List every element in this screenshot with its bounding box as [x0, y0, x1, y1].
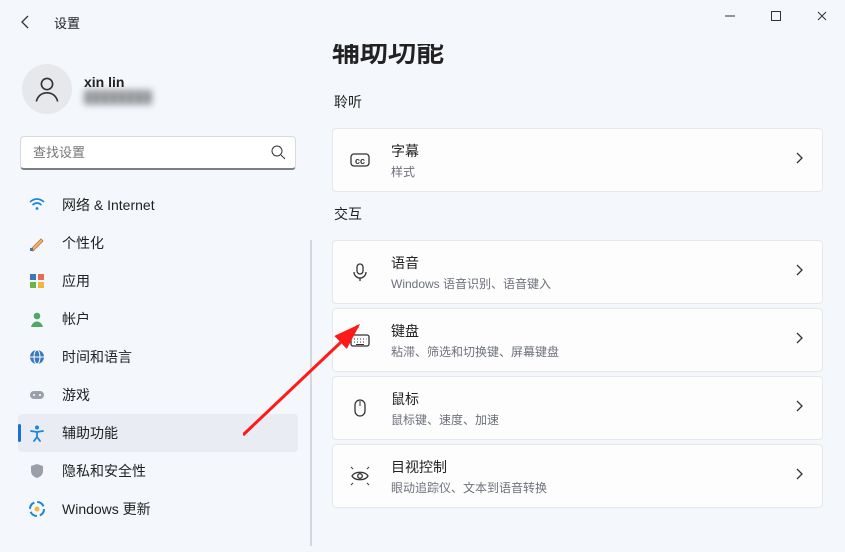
minimize-button[interactable]: [707, 0, 753, 32]
card-title: 键盘: [391, 321, 792, 341]
nav-list: 网络 & Internet 个性化 应用: [18, 186, 298, 528]
card-keyboard[interactable]: 键盘 粘滞、筛选和切换键、屏幕键盘: [332, 308, 823, 372]
nav-network[interactable]: 网络 & Internet: [18, 186, 298, 224]
back-button[interactable]: [6, 2, 46, 42]
card-sub: 眼动追踪仪、文本到语音转换: [391, 479, 792, 496]
svg-text:cc: cc: [355, 156, 365, 166]
maximize-button[interactable]: [753, 0, 799, 32]
keyboard-icon: [349, 329, 371, 351]
card-eye-control[interactable]: 目视控制 眼动追踪仪、文本到语音转换: [332, 444, 823, 508]
window-title: 设置: [54, 13, 80, 32]
nav-label: 时间和语言: [62, 347, 132, 367]
globe-icon: [28, 348, 46, 366]
search-box[interactable]: [20, 136, 296, 170]
nav-accounts[interactable]: 帐户: [18, 300, 298, 338]
nav-update[interactable]: Windows 更新: [18, 490, 298, 528]
nav-privacy[interactable]: 隐私和安全性: [18, 452, 298, 490]
window-controls: [707, 0, 845, 32]
nav-label: 网络 & Internet: [62, 195, 155, 215]
page-title: 辅助功能: [332, 44, 823, 70]
settings-window: 设置 xin lin ████████: [0, 0, 845, 552]
nav-personalization[interactable]: 个性化: [18, 224, 298, 262]
avatar: [22, 64, 72, 114]
nav-label: Windows 更新: [62, 499, 151, 519]
chevron-right-icon: [792, 467, 806, 486]
search-input[interactable]: [20, 136, 296, 170]
captions-icon: cc: [349, 149, 371, 171]
card-sub: Windows 语音识别、语音键入: [391, 275, 792, 292]
card-captions[interactable]: cc 字幕 样式: [332, 128, 823, 192]
microphone-icon: [349, 261, 371, 283]
card-title: 字幕: [391, 141, 792, 161]
section-hearing: 聆听: [334, 92, 821, 112]
person-icon: [28, 310, 46, 328]
scroll-indicator[interactable]: [310, 240, 312, 546]
card-title: 鼠标: [391, 389, 792, 409]
chevron-right-icon: [792, 399, 806, 418]
sidebar: xin lin ████████ 网络 & Internet: [0, 44, 312, 552]
nav-label: 隐私和安全性: [62, 461, 146, 481]
chevron-right-icon: [792, 331, 806, 350]
card-sub: 样式: [391, 163, 792, 180]
apps-icon: [28, 272, 46, 290]
card-mouse[interactable]: 鼠标 鼠标键、速度、加速: [332, 376, 823, 440]
accessibility-icon: [28, 424, 46, 442]
user-sub: ████████: [84, 90, 152, 104]
card-speech[interactable]: 语音 Windows 语音识别、语音键入: [332, 240, 823, 304]
windows-update-icon: [28, 500, 46, 518]
card-sub: 粘滞、筛选和切换键、屏幕键盘: [391, 343, 792, 360]
nav-gaming[interactable]: 游戏: [18, 376, 298, 414]
user-block[interactable]: xin lin ████████: [18, 44, 298, 136]
main: 辅助功能 聆听 cc 字幕 样式 交互: [312, 44, 845, 552]
section-interaction: 交互: [334, 204, 821, 224]
card-title: 目视控制: [391, 457, 792, 477]
titlebar: 设置: [0, 0, 845, 44]
nav-label: 游戏: [62, 385, 90, 405]
nav-label: 个性化: [62, 233, 104, 253]
eye-control-icon: [349, 465, 371, 487]
nav-label: 帐户: [62, 309, 90, 329]
mouse-icon: [349, 397, 371, 419]
shield-icon: [28, 462, 46, 480]
nav-time-language[interactable]: 时间和语言: [18, 338, 298, 376]
gamepad-icon: [28, 386, 46, 404]
nav-label: 应用: [62, 271, 90, 291]
brush-icon: [28, 234, 46, 252]
chevron-right-icon: [792, 263, 806, 282]
nav-label: 辅助功能: [62, 423, 118, 443]
wifi-icon: [28, 196, 46, 214]
layout: xin lin ████████ 网络 & Internet: [0, 44, 845, 552]
nav-apps[interactable]: 应用: [18, 262, 298, 300]
card-title: 语音: [391, 253, 792, 273]
search-icon: [270, 144, 286, 165]
card-sub: 鼠标键、速度、加速: [391, 411, 792, 428]
nav-accessibility[interactable]: 辅助功能: [18, 414, 298, 452]
chevron-right-icon: [792, 151, 806, 170]
user-name: xin lin: [84, 74, 152, 90]
close-button[interactable]: [799, 0, 845, 32]
